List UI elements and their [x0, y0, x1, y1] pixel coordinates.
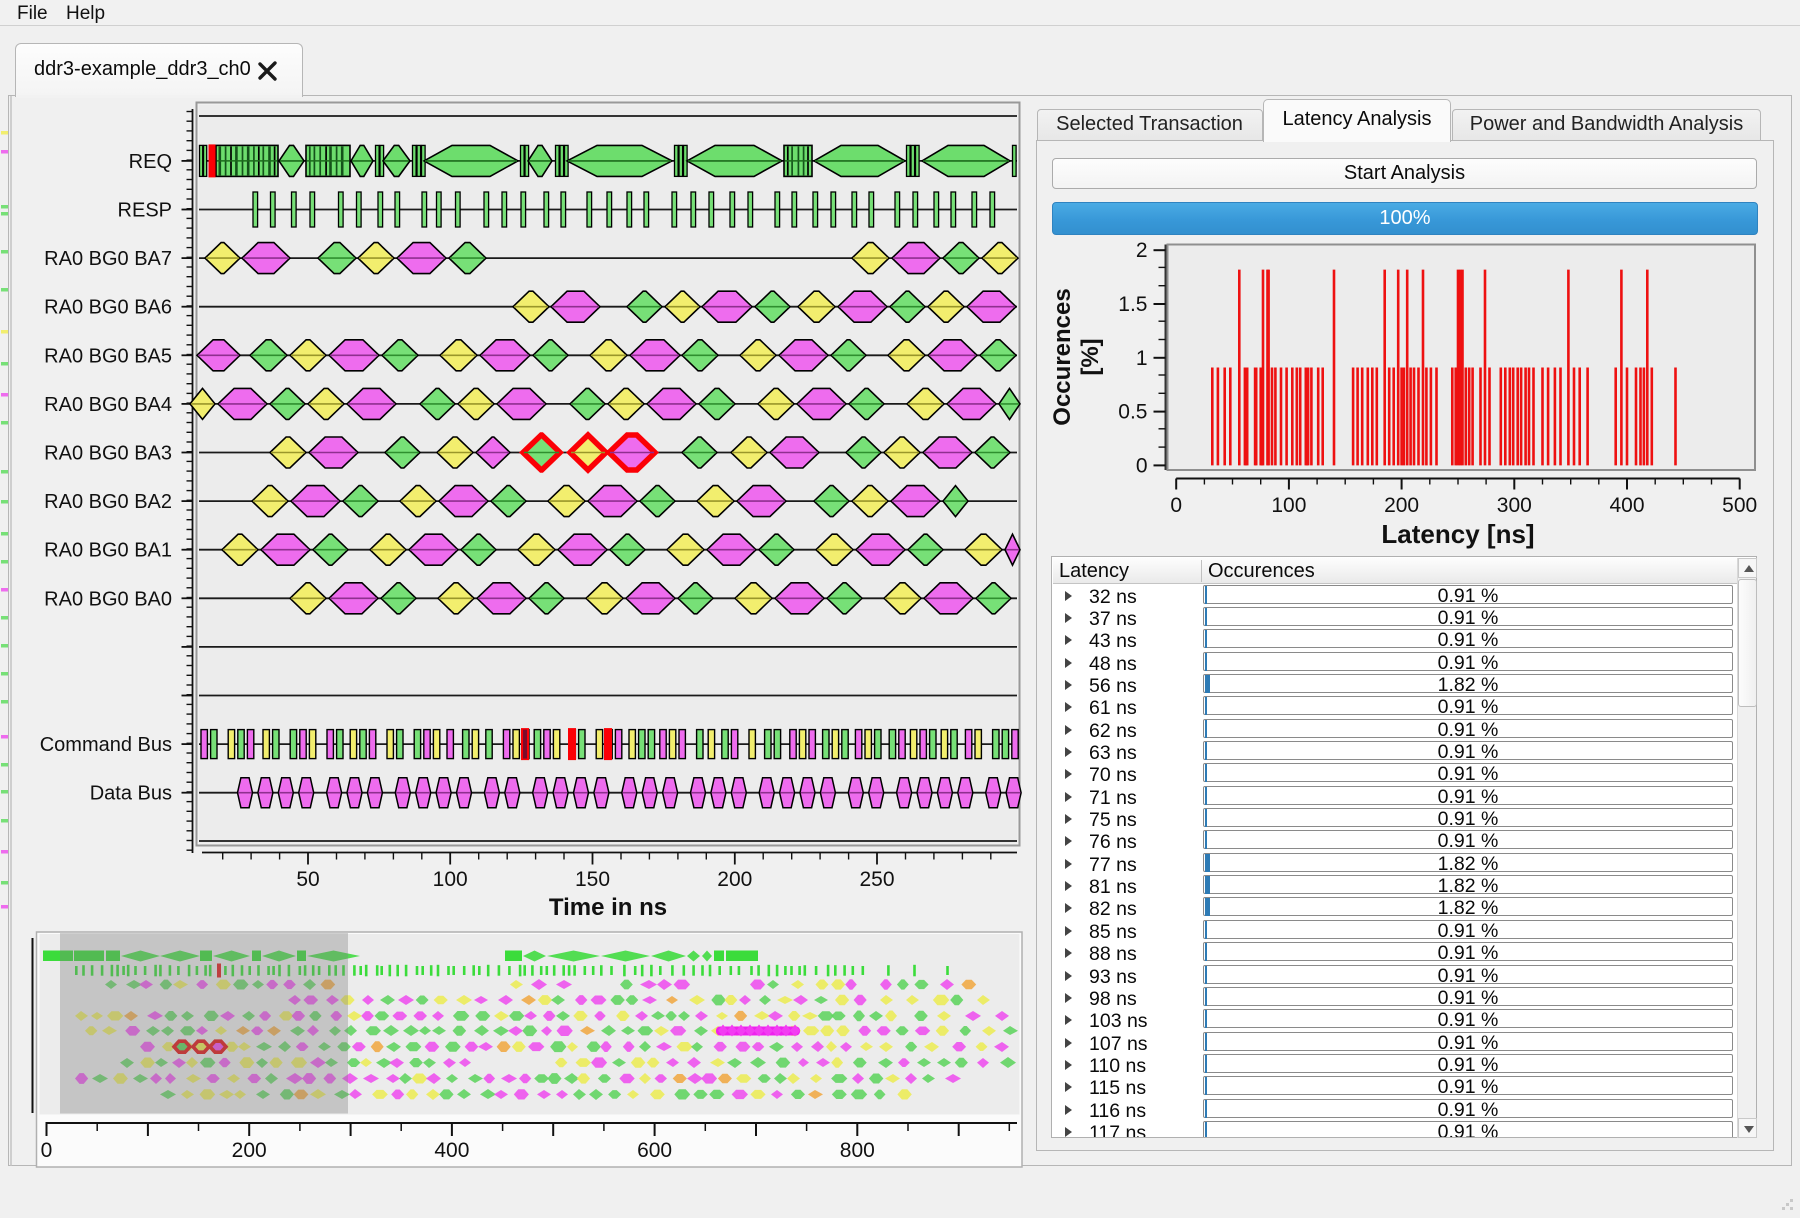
- svg-text:600: 600: [637, 1139, 672, 1162]
- svg-text:RA0 BG0 BA0: RA0 BG0 BA0: [44, 588, 172, 610]
- svg-text:Data Bus: Data Bus: [90, 783, 172, 805]
- svg-text:RA0 BG0 BA5: RA0 BG0 BA5: [44, 345, 172, 367]
- svg-text:800: 800: [840, 1139, 875, 1162]
- svg-text:250: 250: [859, 868, 894, 891]
- svg-text:RESP: RESP: [118, 200, 172, 222]
- svg-text:Command Bus: Command Bus: [40, 734, 172, 756]
- svg-text:200: 200: [232, 1139, 267, 1162]
- svg-text:400: 400: [434, 1139, 469, 1162]
- svg-text:RA0 BG0 BA6: RA0 BG0 BA6: [44, 297, 172, 319]
- svg-text:100: 100: [433, 868, 468, 891]
- svg-text:Time in ns: Time in ns: [549, 894, 667, 921]
- svg-text:RA0 BG0 BA2: RA0 BG0 BA2: [44, 491, 172, 513]
- svg-text:RA0 BG0 BA1: RA0 BG0 BA1: [44, 540, 172, 562]
- svg-text:REQ: REQ: [129, 151, 172, 173]
- svg-text:RA0 BG0 BA4: RA0 BG0 BA4: [44, 394, 172, 416]
- svg-text:RA0 BG0 BA3: RA0 BG0 BA3: [44, 443, 172, 465]
- svg-text:150: 150: [575, 868, 610, 891]
- svg-text:RA0 BG0 BA7: RA0 BG0 BA7: [44, 248, 172, 270]
- svg-text:50: 50: [296, 868, 319, 891]
- svg-text:0: 0: [41, 1139, 53, 1162]
- svg-text:200: 200: [717, 868, 752, 891]
